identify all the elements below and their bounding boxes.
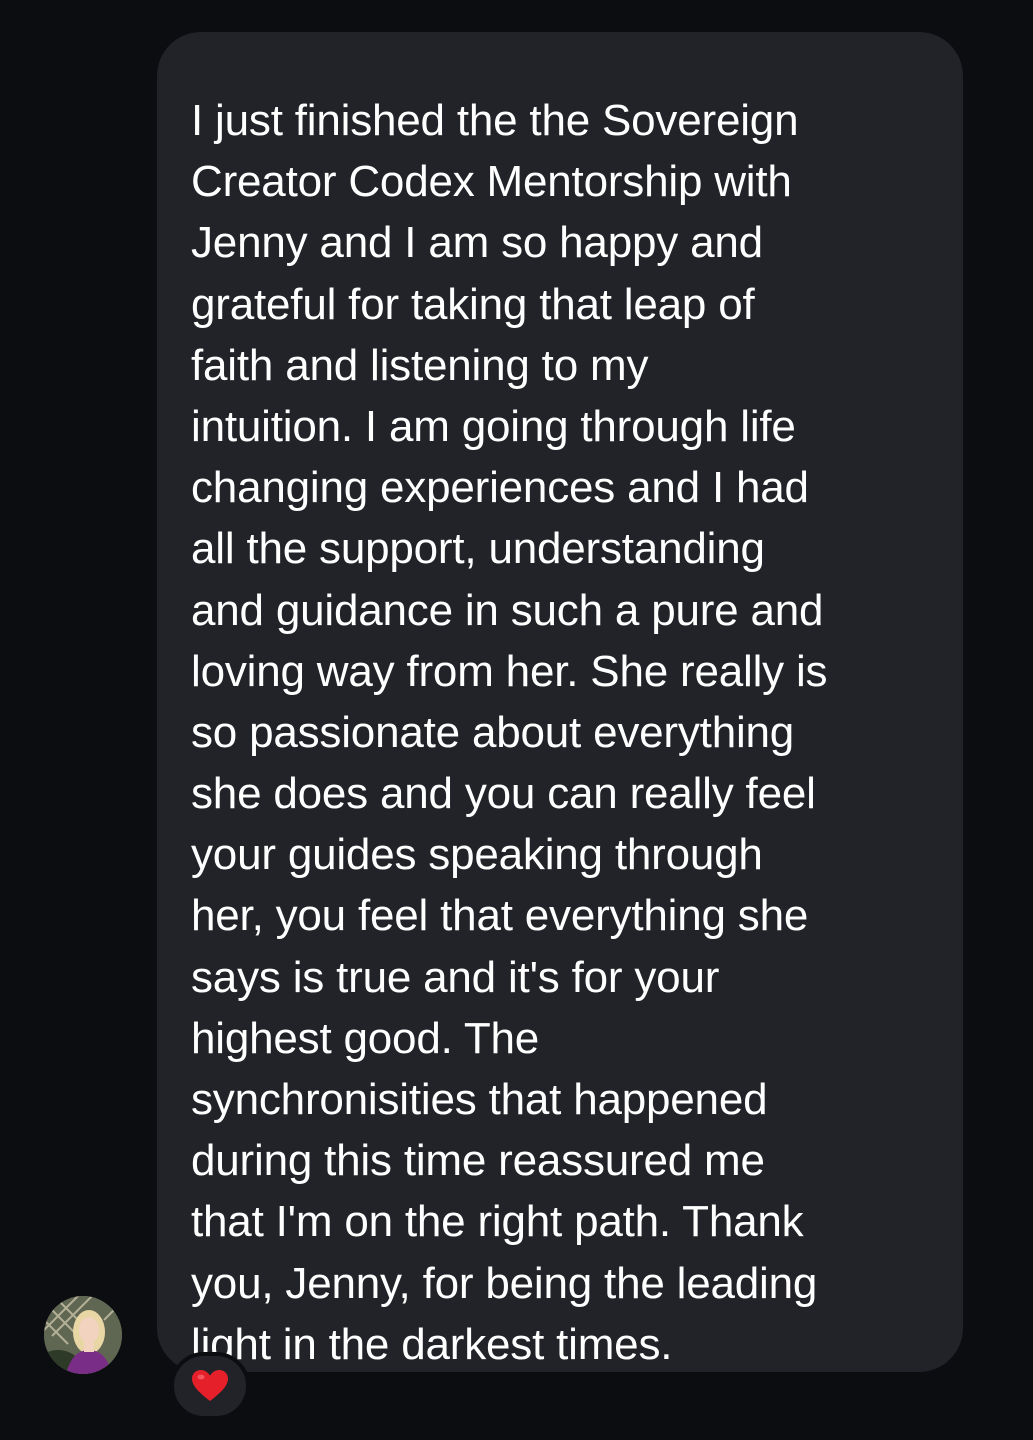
reaction-badge[interactable] bbox=[170, 1352, 250, 1420]
message-line: you, Jenny, for being the leading bbox=[191, 1258, 818, 1308]
red-heart-icon bbox=[192, 1370, 228, 1401]
message-line: and guidance in such a pure and bbox=[191, 585, 824, 635]
message-line: your guides speaking through bbox=[191, 830, 763, 880]
message-line: loving way from her. She really is bbox=[191, 646, 828, 696]
message-line: she does and you can really feel bbox=[191, 769, 816, 819]
message-line: so passionate about everything bbox=[191, 707, 795, 757]
message-line: changing experiences and I had bbox=[191, 463, 809, 513]
message-line: synchronisities that happened bbox=[191, 1075, 768, 1124]
message-line: during this time reassured me bbox=[191, 1136, 765, 1186]
message-line: intuition. I am going through life bbox=[191, 401, 796, 451]
message-thread: I just finished the the Sovereign Creato… bbox=[0, 0, 1033, 1440]
message-line: Creator Codex Mentorship with bbox=[191, 157, 792, 207]
message-line: her, you feel that everything she bbox=[191, 891, 809, 941]
message-line: Jenny and I am so happy and bbox=[191, 218, 763, 268]
message-line: says is true and it's for your bbox=[191, 952, 720, 1002]
message-bubble[interactable]: I just finished the the Sovereign Creato… bbox=[157, 32, 963, 1372]
message-line: highest good. The bbox=[191, 1013, 540, 1063]
message-line: faith and listening to my bbox=[191, 340, 649, 390]
user-avatar-photo-icon bbox=[44, 1296, 122, 1374]
message-line: grateful for taking that leap of bbox=[191, 279, 755, 329]
sender-avatar[interactable] bbox=[44, 1296, 122, 1374]
message-line: that I'm on the right path. Thank bbox=[191, 1197, 804, 1247]
message-line: all the support, understanding bbox=[191, 524, 765, 574]
message-line: I just finished the the Sovereign bbox=[191, 96, 799, 145]
message-line: light in the darkest times. bbox=[191, 1319, 673, 1369]
